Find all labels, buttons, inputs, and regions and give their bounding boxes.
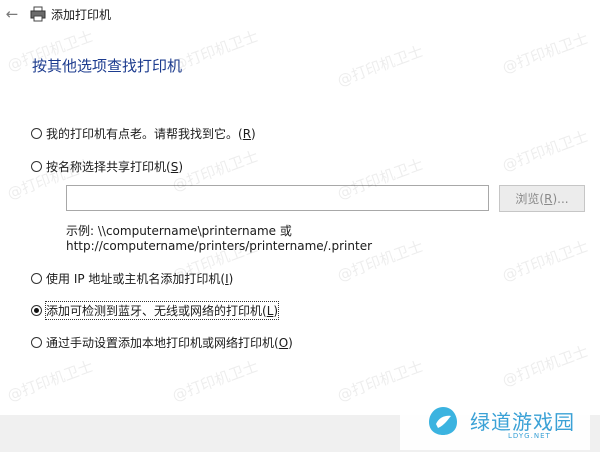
watermark: @打印机卫士 [499,237,591,285]
option-label: 我的打印机有点老。请帮我找到它。(R) [46,126,256,141]
radio-button-selected[interactable] [31,304,42,316]
option-label: 按名称选择共享打印机(S) [46,159,184,174]
title-bar: ← 添加打印机 [0,0,600,30]
window-title: 添加打印机 [51,8,112,22]
printer-icon [30,6,46,22]
watermark: @打印机卫士 [499,29,591,77]
option-printer-old[interactable]: 我的打印机有点老。请帮我找到它。(R) [31,123,256,143]
radio-button[interactable] [31,127,42,139]
watermark: @打印机卫士 [334,42,426,90]
radio-button[interactable] [31,336,42,348]
shared-printer-name-input[interactable] [66,185,489,211]
option-label: 通过手动设置添加本地打印机或网络打印机(O) [46,335,293,350]
option-label: 使用 IP 地址或主机名添加打印机(I) [46,271,234,286]
watermark: @打印机卫士 [169,27,261,75]
logo-subtext: LDYG.NET [508,432,551,440]
site-logo: 绿道游戏园 LDYG.NET [400,398,590,450]
logo-text: 绿道游戏园 [470,410,575,434]
watermark: @打印机卫士 [499,342,591,390]
option-bluetooth-wireless[interactable]: 添加可检测到蓝牙、无线或网络的打印机(L) [31,300,280,320]
back-arrow-icon[interactable]: ← [2,3,22,25]
radio-button[interactable] [31,160,42,172]
watermark: @打印机卫士 [4,357,96,405]
watermark: @打印机卫士 [169,357,261,405]
option-ip-address[interactable]: 使用 IP 地址或主机名添加打印机(I) [31,268,233,288]
option-label: 添加可检测到蓝牙、无线或网络的打印机(L) [44,300,280,320]
watermark: @打印机卫士 [499,127,591,175]
page-heading: 按其他选项查找打印机 [32,57,183,75]
radio-button[interactable] [31,272,42,284]
browse-button[interactable]: 浏览(R)... [499,185,585,212]
example-line-2: http://computername/printers/printername… [66,239,373,253]
leaf-logo-icon [429,407,457,435]
example-line-1: 示例: \\computername\printername 或 [66,224,292,238]
option-manual-settings[interactable]: 通过手动设置添加本地打印机或网络打印机(O) [31,332,293,352]
option-shared-printer[interactable]: 按名称选择共享打印机(S) [31,156,183,176]
